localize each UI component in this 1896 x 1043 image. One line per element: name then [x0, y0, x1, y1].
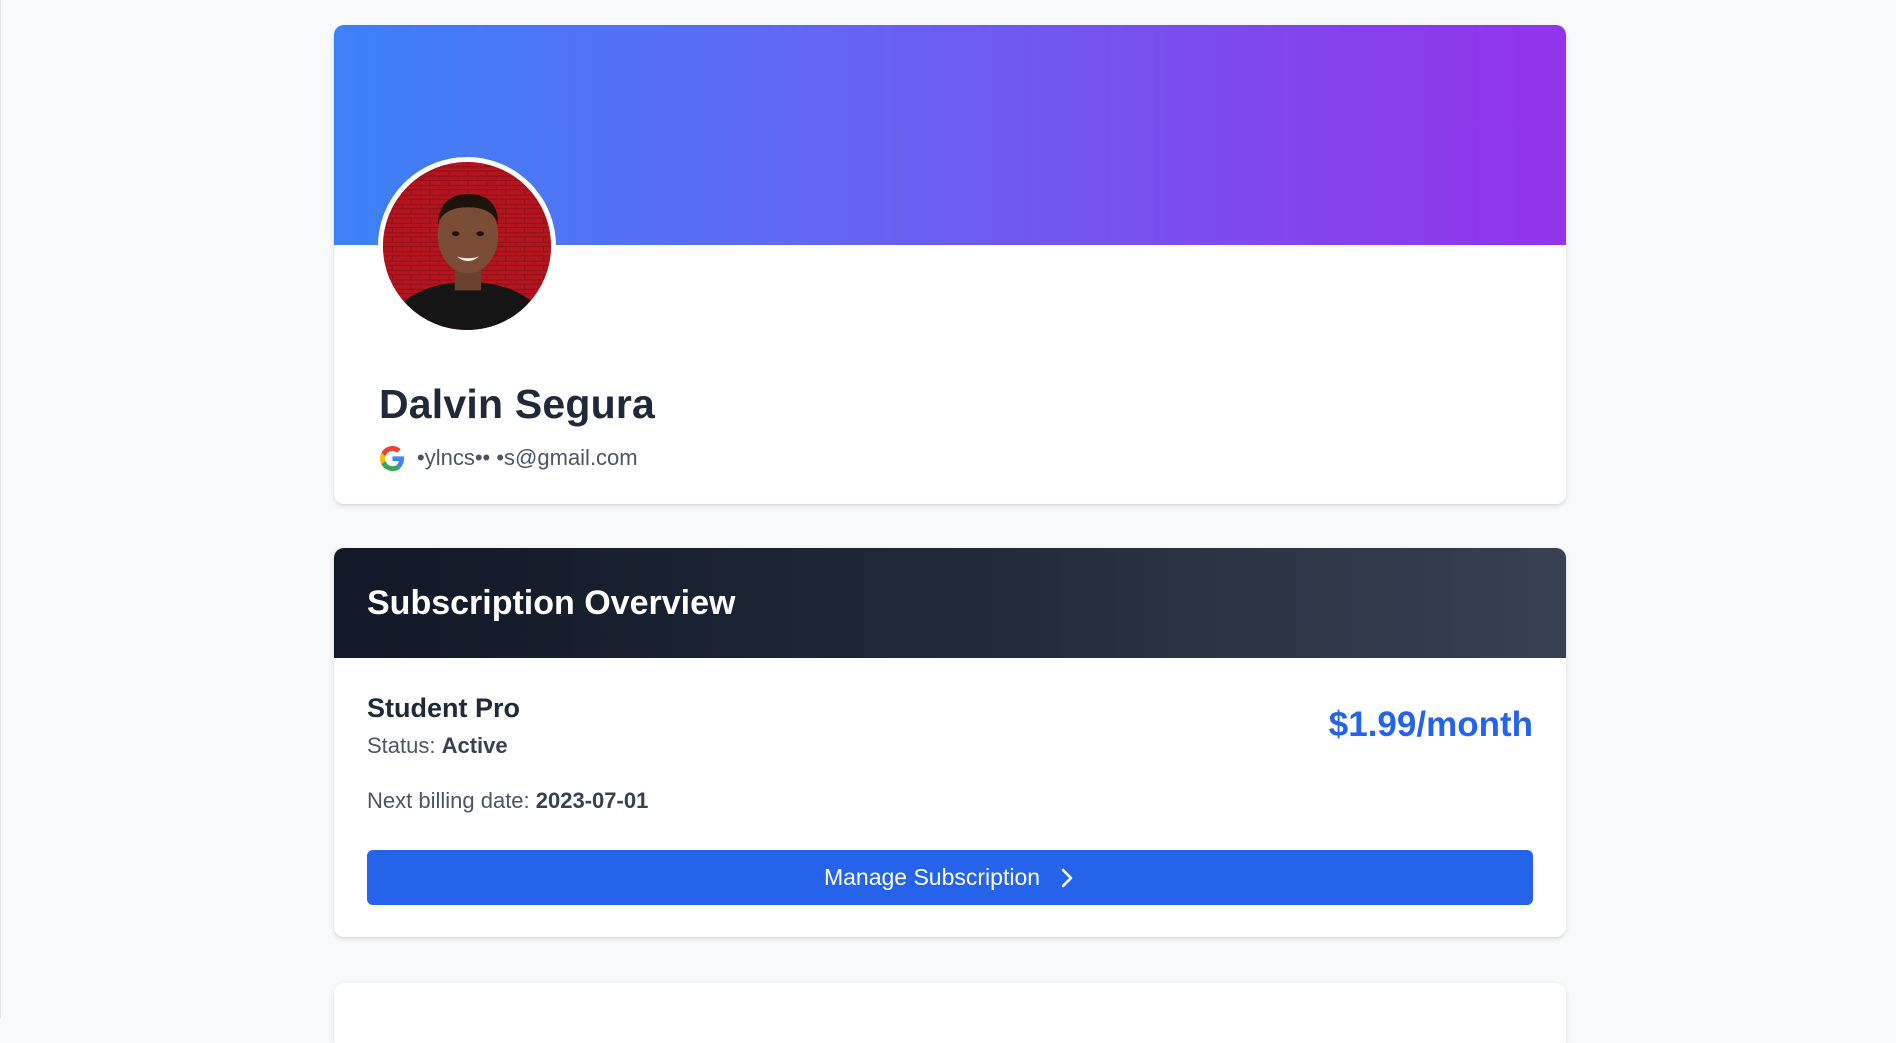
manage-subscription-label: Manage Subscription [823, 864, 1041, 890]
plan-status: Status: Active [367, 733, 508, 759]
next-billing: Next billing date: 2023-07-01 [367, 788, 648, 814]
subscription-title: Subscription Overview [367, 583, 736, 622]
profile-name: Dalvin Segura [379, 381, 656, 427]
plan-price: $1.99/month [1328, 705, 1533, 744]
subscription-card: Subscription Overview Student Pro Status… [334, 548, 1566, 937]
avatar [378, 157, 556, 335]
status-value: Active [441, 733, 508, 758]
subscription-header: Subscription Overview [334, 548, 1566, 658]
status-label: Status: [367, 733, 442, 758]
avatar-photo [383, 162, 551, 330]
next-card [334, 983, 1566, 1043]
google-icon [380, 445, 405, 471]
chevron-right-icon [1058, 867, 1076, 889]
billing-label: Next billing date: [367, 788, 536, 813]
plan-name: Student Pro [367, 693, 520, 723]
manage-subscription-button[interactable]: Manage Subscription [367, 850, 1533, 905]
email-row: •ylncs•• •s@gmail.com [380, 443, 638, 473]
page-edge [0, 0, 1, 1018]
profile-card: Dalvin Segura •ylncs•• •s@gmail.com [334, 25, 1566, 504]
billing-date: 2023-07-01 [535, 788, 649, 813]
email-address: •ylncs•• •s@gmail.com [417, 445, 638, 470]
